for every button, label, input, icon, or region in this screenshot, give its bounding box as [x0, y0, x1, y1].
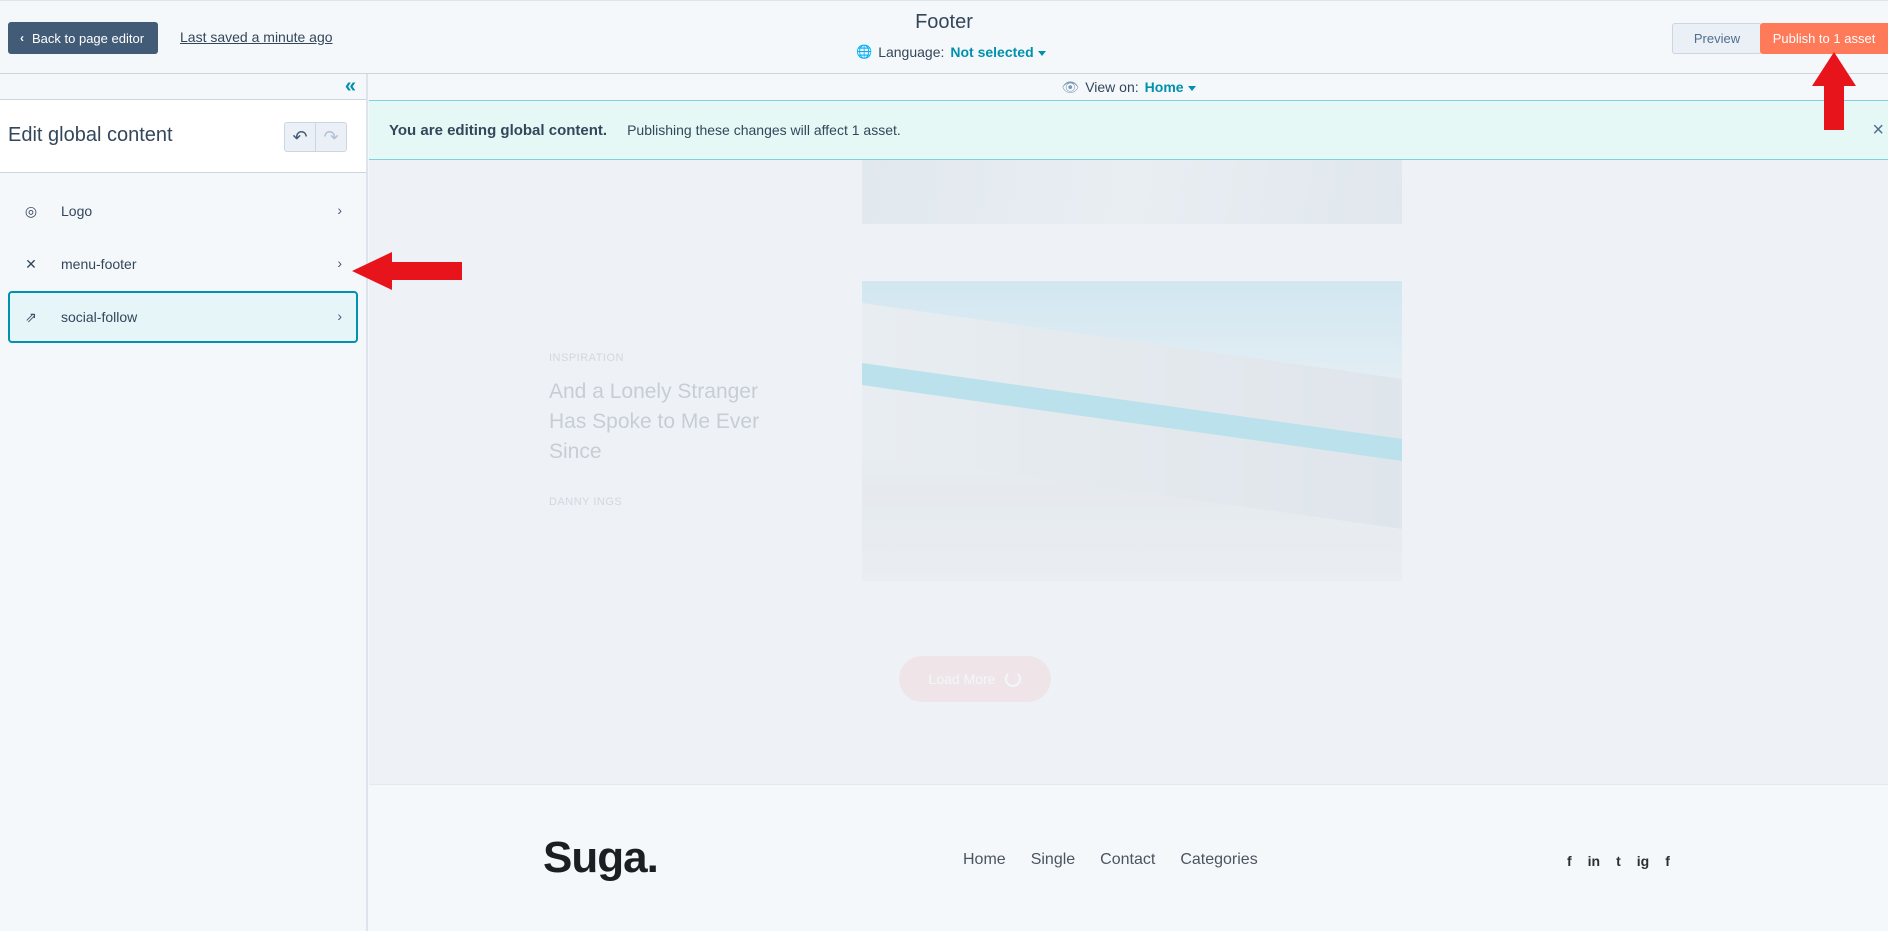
collapse-sidebar-icon[interactable]: «: [345, 76, 356, 96]
page-preview-canvas: 👁 View on: Home You are editing global c…: [369, 74, 1888, 931]
footer-nav-contact[interactable]: Contact: [1100, 851, 1155, 869]
view-on-value: Home: [1144, 79, 1184, 95]
module-item-label: social-follow: [61, 309, 138, 325]
footer-nav-home[interactable]: Home: [963, 851, 1006, 869]
redo-icon[interactable]: ↷: [315, 123, 346, 151]
chevron-left-icon: ‹: [20, 31, 24, 45]
sidebar-title: Edit global content: [8, 124, 173, 146]
facebook-icon[interactable]: f: [1665, 853, 1670, 869]
module-item-label: menu-footer: [61, 256, 137, 272]
twitter-icon[interactable]: t: [1616, 853, 1621, 869]
module-list: ◎ Logo › ✕ menu-footer › ⇗ social-follow…: [0, 173, 366, 343]
post-image-train: [862, 281, 1402, 581]
share-icon: ⇗: [25, 308, 37, 325]
back-to-page-editor-button[interactable]: ‹ Back to page editor: [8, 22, 159, 54]
instagram-icon[interactable]: ig: [1637, 853, 1649, 869]
edit-global-header: Edit global content ↶ ↷: [0, 100, 366, 173]
chevron-right-icon: ›: [337, 308, 342, 324]
globe-icon: 🌐: [856, 44, 873, 59]
logo-icon: ◎: [24, 202, 38, 219]
footer-nav: Home Single Contact Categories: [963, 851, 1258, 869]
chevron-right-icon: ›: [337, 202, 342, 218]
language-value: Not selected: [950, 44, 1034, 60]
sidebar-collapse-row: «: [0, 74, 366, 100]
global-content-banner: You are editing global content. Publishi…: [369, 100, 1888, 160]
social-follow-icons: f in t ig f: [1567, 853, 1670, 869]
module-item-menu-footer[interactable]: ✕ menu-footer ›: [8, 238, 358, 290]
site-logo[interactable]: Suga.: [543, 833, 659, 883]
post-image-top: [862, 160, 1402, 224]
view-on-label: View on:: [1085, 79, 1139, 95]
post-title: And a Lonely Stranger Has Spoke to Me Ev…: [549, 380, 760, 463]
view-on-dropdown[interactable]: Home: [1145, 79, 1196, 95]
menu-icon: ✕: [25, 255, 37, 272]
facebook-icon[interactable]: f: [1567, 853, 1572, 869]
post-author: DANNY INGS: [549, 496, 623, 508]
language-selector: 🌐 Language: Not selected: [856, 44, 1046, 60]
footer-nav-single[interactable]: Single: [1031, 851, 1075, 869]
load-more-label: Load More: [928, 671, 996, 687]
module-item-logo[interactable]: ◎ Logo ›: [8, 185, 358, 237]
module-item-label: Logo: [61, 203, 93, 219]
view-on-bar: 👁 View on: Home: [369, 74, 1888, 100]
undo-icon[interactable]: ↶: [285, 123, 315, 151]
caret-down-icon: [1037, 50, 1046, 56]
editor-topbar: ‹ Back to page editor Last saved a minut…: [0, 0, 1888, 74]
banner-heading: You are editing global content.: [389, 121, 608, 139]
annotation-arrow-up-icon: [1812, 52, 1856, 130]
global-content-sidebar: « Edit global content ↶ ↷ ◎ Logo › ✕ men…: [0, 74, 368, 931]
language-dropdown[interactable]: Not selected: [950, 44, 1046, 60]
caret-down-icon: [1187, 85, 1196, 91]
language-label: Language:: [878, 44, 945, 60]
spinner-icon: [1005, 671, 1022, 687]
annotation-arrow-left-icon: [352, 252, 462, 290]
undo-redo-group: ↶ ↷: [284, 122, 347, 152]
last-saved-link[interactable]: Last saved a minute ago: [180, 29, 333, 45]
banner-text: Publishing these changes will affect 1 a…: [627, 122, 901, 138]
close-icon[interactable]: ×: [1872, 119, 1884, 142]
back-button-label: Back to page editor: [32, 30, 145, 46]
eye-icon: 👁: [1061, 78, 1080, 95]
module-item-social-follow[interactable]: ⇗ social-follow ›: [8, 291, 358, 343]
post-category: INSPIRATION: [549, 352, 624, 364]
linkedin-icon[interactable]: in: [1588, 853, 1600, 869]
chevron-right-icon: ›: [337, 255, 342, 271]
preview-button[interactable]: Preview: [1672, 23, 1762, 54]
site-footer: Suga. Home Single Contact Categories f i…: [369, 784, 1888, 931]
publish-button[interactable]: Publish to 1 asset: [1760, 23, 1888, 54]
load-more-button: Load More: [899, 656, 1051, 702]
footer-nav-categories[interactable]: Categories: [1180, 851, 1257, 869]
